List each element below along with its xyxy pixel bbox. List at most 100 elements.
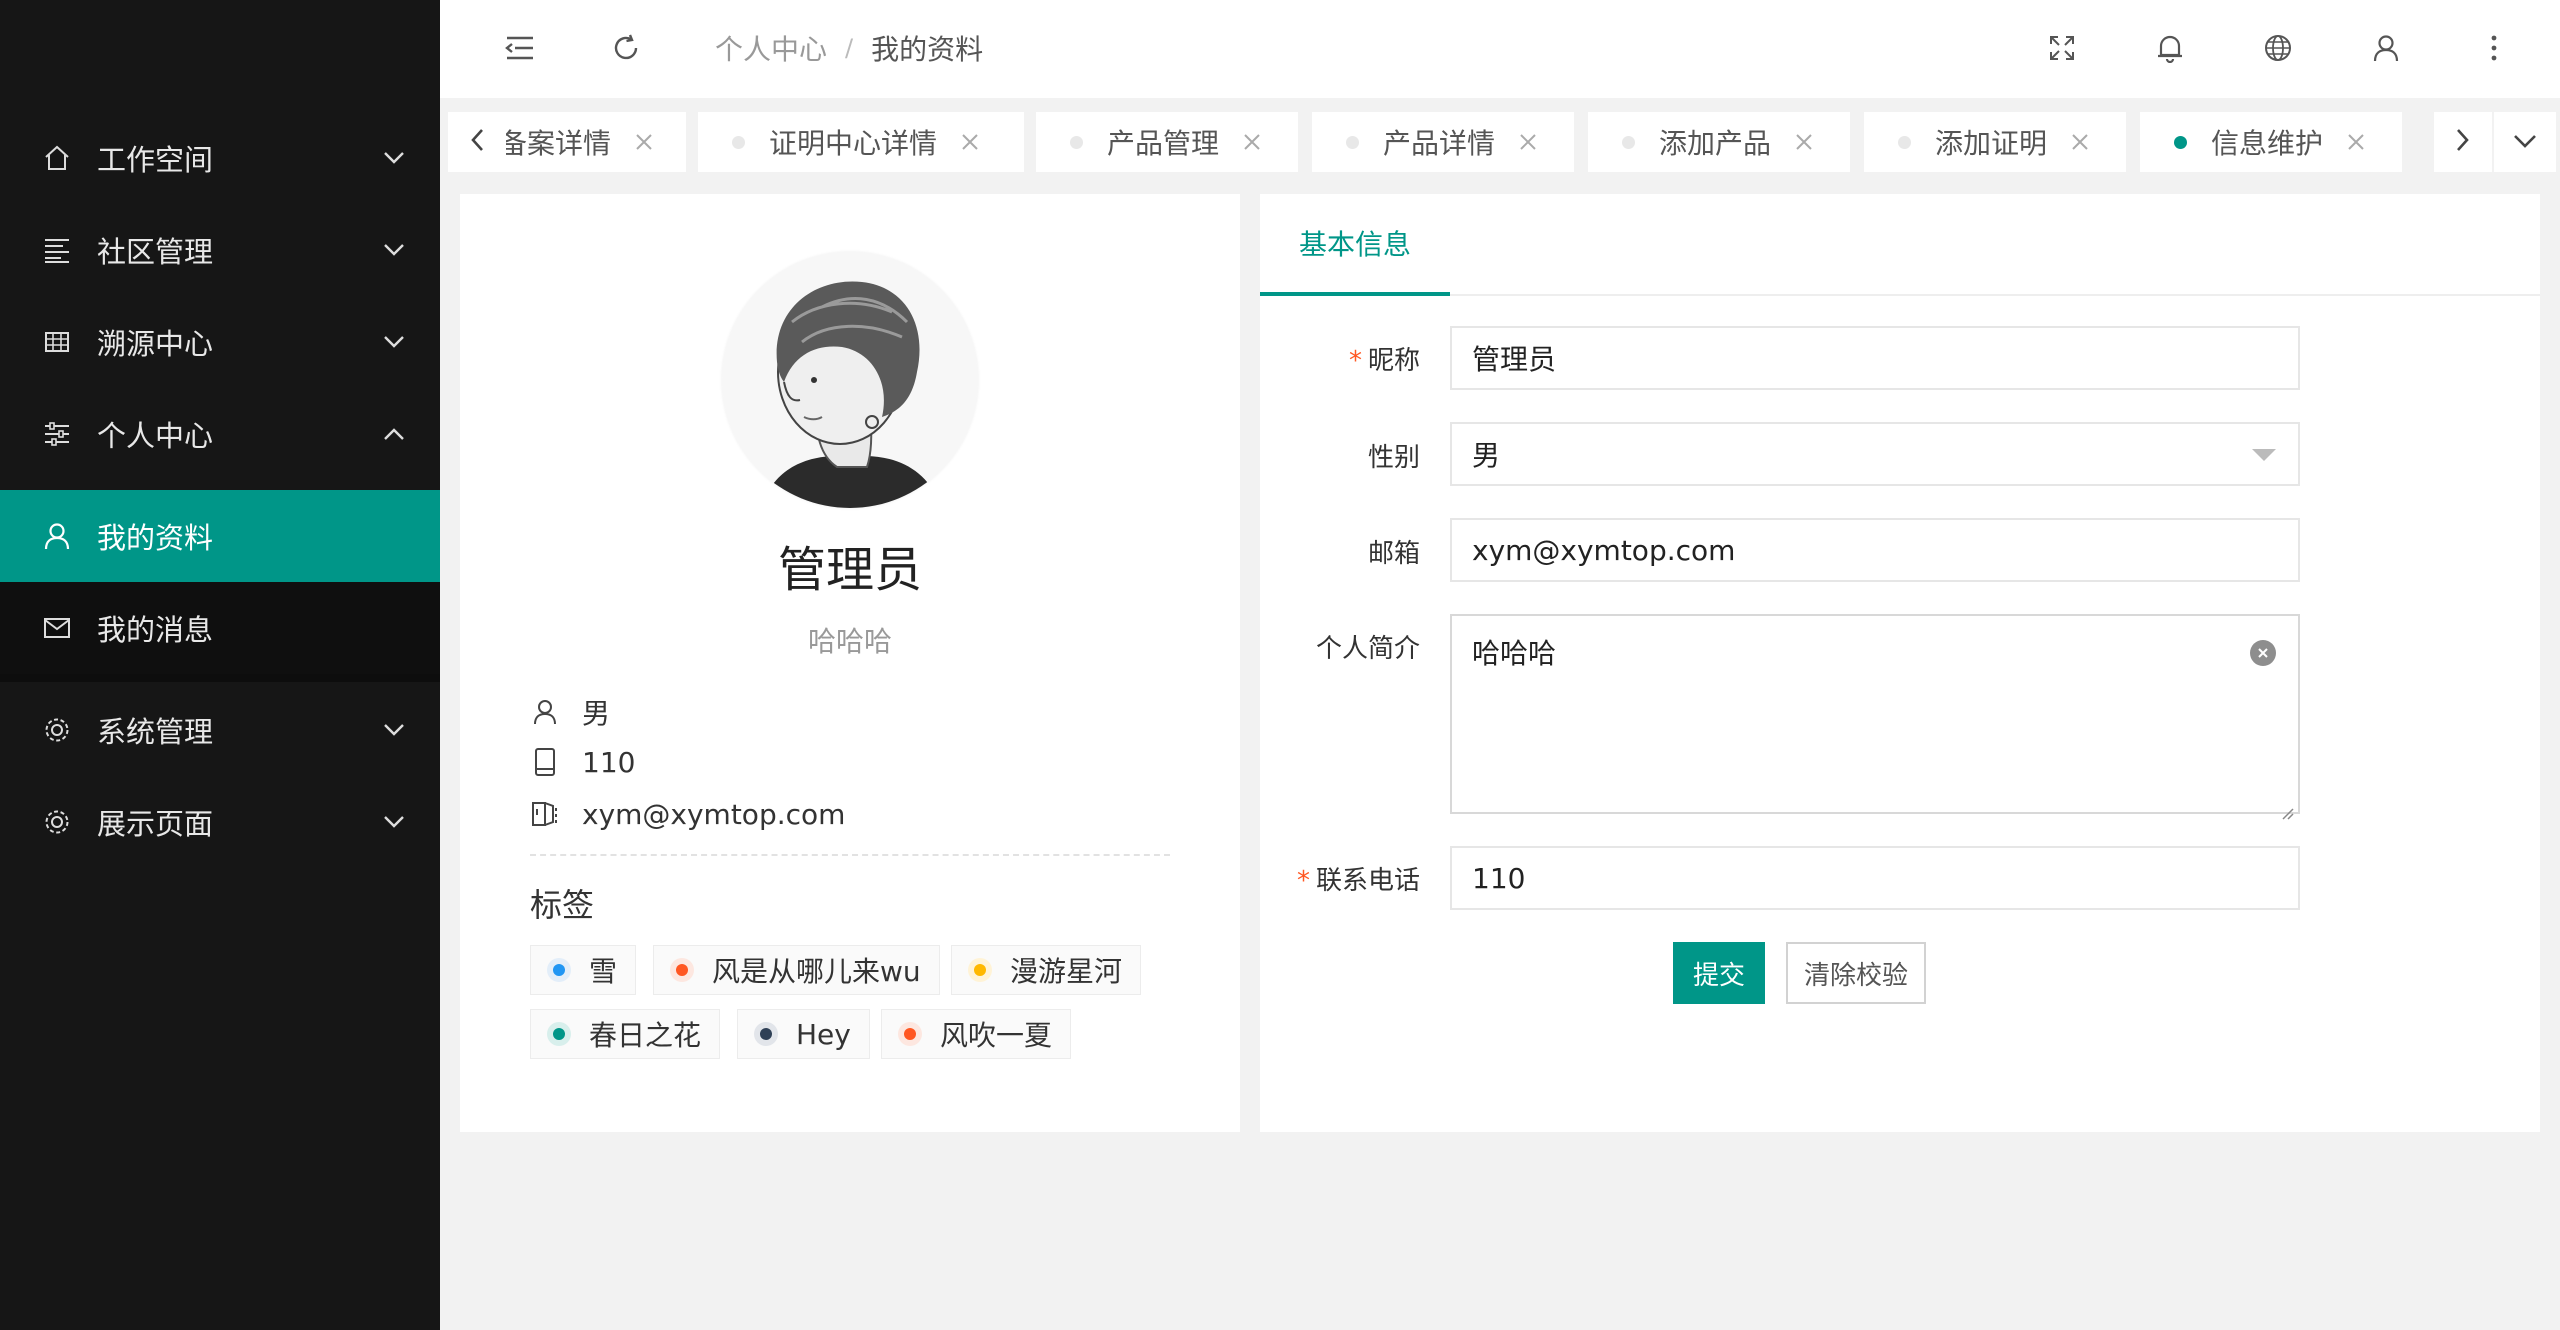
sidebar-item-community[interactable]: 社区管理 — [0, 204, 440, 296]
chevron-down-icon — [382, 810, 406, 834]
clear-validation-button[interactable]: 清除校验 — [1786, 942, 1926, 1004]
top-header: 个人中心 / 我的资料 — [440, 0, 2560, 98]
more-vertical-icon[interactable] — [2476, 30, 2512, 66]
home-icon — [42, 143, 72, 173]
email-value: xym@xymtop.com — [1472, 533, 1736, 567]
breadcrumb-personal-center[interactable]: 个人中心 — [715, 28, 827, 68]
tag-label: 风吹一夏 — [940, 1019, 1053, 1052]
close-icon[interactable] — [2345, 131, 2367, 153]
bio-textarea[interactable]: 哈哈哈 — [1450, 614, 2300, 820]
chevron-down-icon — [382, 330, 406, 354]
globe-icon[interactable] — [2260, 30, 2296, 66]
breadcrumb-separator: / — [845, 34, 854, 62]
chevron-up-icon — [382, 422, 406, 446]
gender-label: 性别 — [1367, 443, 1420, 473]
submit-button[interactable]: 提交 — [1673, 942, 1765, 1004]
user-icon — [42, 521, 72, 551]
bell-icon[interactable] — [2152, 30, 2188, 66]
resize-handle-icon[interactable] — [2280, 794, 2294, 820]
tag-item[interactable]: 雪 — [530, 945, 637, 995]
tab-label: 产品管理 — [1107, 127, 1220, 160]
sliders-icon — [42, 419, 72, 449]
address-book-icon — [530, 799, 560, 829]
sidebar-item-my-profile[interactable]: 我的资料 — [0, 490, 440, 582]
tag-item[interactable]: Hey — [737, 1009, 870, 1059]
chevron-down-icon — [382, 718, 406, 742]
tab-label: 产品详情 — [1383, 127, 1496, 160]
close-icon[interactable] — [1517, 131, 1539, 153]
tag-color-dot — [754, 1022, 778, 1046]
tag-item[interactable]: 春日之花 — [530, 1009, 721, 1059]
sidebar-item-system[interactable]: 系统管理 — [0, 684, 440, 776]
divider — [530, 854, 1170, 856]
sidebar-item-label: 我的消息 — [97, 613, 214, 647]
chevron-down-icon — [2513, 133, 2537, 152]
tag-color-dot — [968, 958, 992, 982]
tag-item[interactable]: 风是从哪儿来wu — [653, 945, 940, 995]
tab-add-certificate[interactable]: 添加证明 — [1864, 112, 2126, 172]
profile-name: 管理员 — [777, 542, 922, 598]
sidebar-item-label: 系统管理 — [97, 715, 214, 749]
tab-status-dot — [1622, 135, 1635, 149]
fullscreen-icon[interactable] — [2044, 30, 2080, 66]
tag-color-dot — [547, 1022, 571, 1046]
gender-select[interactable]: 男 — [1450, 422, 2300, 486]
grid-icon — [42, 327, 72, 357]
sidebar-item-my-messages[interactable]: 我的消息 — [0, 582, 440, 674]
close-icon[interactable] — [2069, 131, 2091, 153]
nickname-input[interactable]: 管理员 — [1450, 326, 2300, 390]
sidebar-item-personal-center[interactable]: 个人中心 — [0, 388, 440, 480]
required-mark: * — [1348, 346, 1362, 376]
gender-value: 男 — [1472, 439, 1501, 472]
tag-item[interactable]: 风吹一夏 — [881, 1009, 1072, 1059]
tab-certificate-center-details[interactable]: 证明中心详情 — [698, 112, 1024, 172]
user-icon[interactable] — [2368, 30, 2404, 66]
tab-add-product[interactable]: 添加产品 — [1588, 112, 1850, 172]
close-icon[interactable] — [633, 131, 655, 153]
close-icon[interactable] — [959, 131, 981, 153]
refresh-icon[interactable] — [608, 30, 644, 66]
list-icon — [42, 235, 72, 265]
menu-fold-icon[interactable] — [502, 30, 538, 66]
close-icon[interactable] — [1241, 131, 1263, 153]
required-mark: * — [1296, 866, 1310, 896]
form-card: 基本信息 * 昵称 管理员 性别 男 邮箱 xym@xymtop.com 个人简介… — [1260, 194, 2540, 1132]
tabs-bar: 备案详情 证明中心详情 产品管理 产品详情 添加产品 添加证明 信息维护 — [440, 98, 2560, 188]
sidebar-item-showcase[interactable]: 展示页面 — [0, 776, 440, 868]
tab-label: 证明中心详情 — [769, 127, 938, 160]
nickname-value: 管理员 — [1472, 343, 1557, 376]
sidebar-item-workspace[interactable]: 工作空间 — [0, 112, 440, 204]
nickname-label-text: 昵称 — [1367, 346, 1420, 376]
phone-input[interactable]: 110 — [1450, 846, 2300, 910]
tabs-scroll-left[interactable] — [448, 112, 506, 172]
tab-basic-info[interactable]: 基本信息 — [1260, 194, 1450, 296]
avatar — [722, 252, 978, 508]
sidebar-item-label: 工作空间 — [97, 143, 214, 177]
tag-label: 风是从哪儿来wu — [712, 955, 921, 988]
tabs-scroll-right[interactable] — [2434, 112, 2492, 172]
tag-label: 雪 — [589, 955, 618, 988]
tab-filing-details[interactable]: 备案详情 — [506, 112, 686, 172]
sidebar-item-label: 社区管理 — [97, 235, 214, 269]
tag-item[interactable]: 漫游星河 — [951, 945, 1142, 995]
tab-info-maintenance[interactable]: 信息维护 — [2140, 112, 2402, 172]
tabs-dropdown[interactable] — [2494, 112, 2556, 172]
tag-color-dot — [547, 958, 571, 982]
email-field[interactable]: xym@xymtop.com — [1450, 518, 2300, 582]
tab-product-details[interactable]: 产品详情 — [1312, 112, 1574, 172]
tag-label: Hey — [796, 1017, 851, 1051]
info-email: xym@xymtop.com — [530, 794, 845, 834]
clear-icon[interactable] — [2250, 640, 2276, 666]
sidebar-item-trace[interactable]: 溯源中心 — [0, 296, 440, 388]
user-icon — [530, 697, 560, 727]
tags-title: 标签 — [530, 886, 595, 924]
tab-product-management[interactable]: 产品管理 — [1036, 112, 1298, 172]
sidebar-item-label: 溯源中心 — [97, 327, 214, 361]
info-gender-value: 男 — [582, 697, 611, 730]
form-tabs: 基本信息 — [1260, 194, 2540, 296]
mail-icon — [42, 613, 72, 643]
chevron-down-icon — [382, 146, 406, 170]
tab-status-dot — [1346, 135, 1359, 149]
close-icon[interactable] — [1793, 131, 1815, 153]
logo-area — [0, 0, 440, 98]
